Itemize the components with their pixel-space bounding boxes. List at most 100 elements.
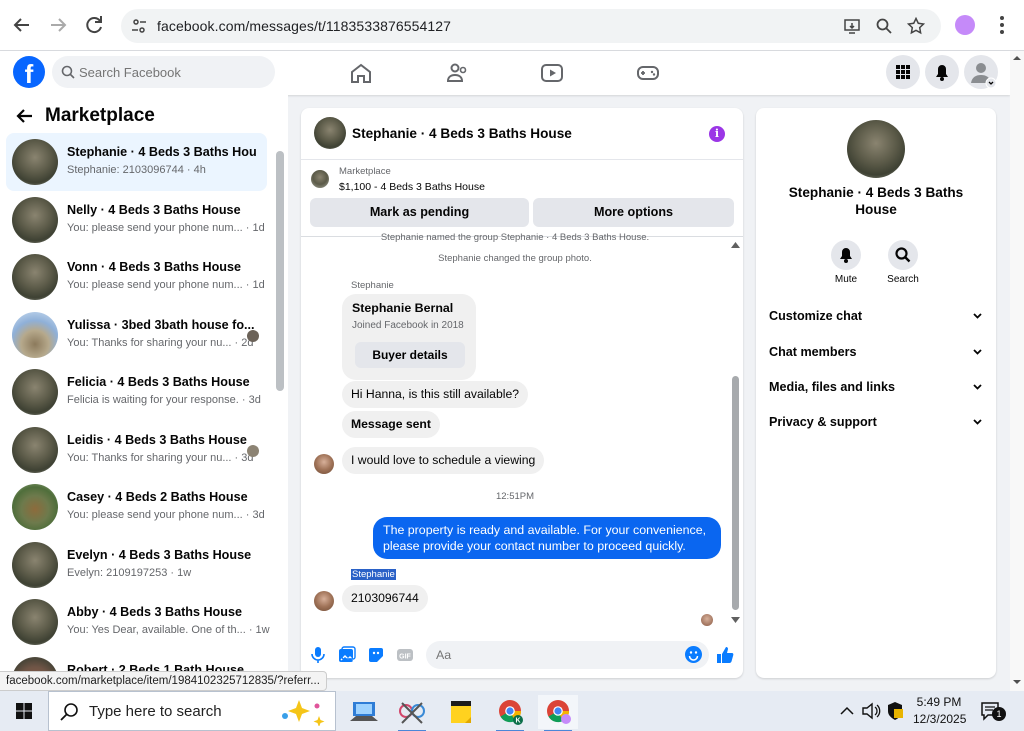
notification-center-button[interactable]: 1 xyxy=(980,701,1006,721)
home-icon[interactable] xyxy=(349,62,373,84)
forward-icon[interactable] xyxy=(46,13,70,37)
chat-title[interactable]: Stephanie · 4 Beds 3 Baths House xyxy=(352,126,572,141)
message-bubble[interactable]: 2103096744 xyxy=(342,585,428,612)
taskbar-app-chrome-profile-k[interactable]: K xyxy=(490,695,530,731)
chat-avatar[interactable] xyxy=(314,117,346,149)
buyer-name: Stephanie Bernal xyxy=(352,301,454,315)
taskbar-app-chrome-active[interactable] xyxy=(538,695,578,731)
browser-profile-avatar[interactable] xyxy=(955,15,975,35)
gif-icon[interactable]: GIF xyxy=(396,646,414,664)
emoji-icon[interactable] xyxy=(685,646,702,663)
mute-button[interactable]: Mute xyxy=(816,240,876,285)
friends-icon[interactable] xyxy=(445,62,469,84)
facebook-search[interactable] xyxy=(52,56,275,88)
section-label: Privacy & support xyxy=(769,415,877,429)
conversation-item[interactable]: Nelly · 4 Beds 3 Baths House You: please… xyxy=(6,191,267,249)
photo-icon[interactable] xyxy=(338,646,356,664)
chat-scrollbar[interactable] xyxy=(732,376,739,610)
system-message: Stephanie changed the group photo. xyxy=(438,253,592,264)
buyer-card: Stephanie Bernal Joined Facebook in 2018… xyxy=(342,294,476,380)
facebook-search-input[interactable] xyxy=(79,56,269,88)
chevron-up-icon[interactable] xyxy=(839,703,855,719)
browser-menu-icon[interactable] xyxy=(996,14,1008,36)
facebook-topbar: f xyxy=(0,51,1010,95)
system-message: Stephanie named the group Stephanie · 4 … xyxy=(380,232,650,243)
address-bar[interactable]: facebook.com/messages/t/1183533876554127 xyxy=(121,9,941,43)
conversation-item[interactable]: Leidis · 4 Beds 3 Baths House You: Thank… xyxy=(6,421,267,479)
taskbar-app-sticky-notes[interactable] xyxy=(441,695,481,729)
site-settings-icon[interactable] xyxy=(131,18,147,34)
conversation-item[interactable]: Felicia · 4 Beds 3 Baths House Felicia i… xyxy=(6,363,267,421)
taskbar-search-placeholder: Type here to search xyxy=(89,703,222,720)
bell-icon xyxy=(840,248,852,263)
reload-icon[interactable] xyxy=(82,13,106,37)
info-icon[interactable]: i xyxy=(709,126,725,142)
section-media-files-links[interactable]: Media, files and links xyxy=(768,373,984,403)
conversation-preview: You: Thanks for sharing your nu... · 2d xyxy=(67,336,254,349)
sender-avatar[interactable] xyxy=(314,454,334,474)
taskbar-search[interactable]: Type here to search xyxy=(48,691,336,731)
message-bubble[interactable]: Hi Hanna, is this still available? xyxy=(342,381,528,408)
zoom-icon[interactable] xyxy=(875,17,893,35)
more-options-button[interactable]: More options xyxy=(533,198,734,227)
conversation-thumbnail xyxy=(12,599,58,645)
scroll-down-icon[interactable] xyxy=(731,617,740,623)
taskbar-app-computer[interactable] xyxy=(344,695,384,729)
notifications-button[interactable] xyxy=(925,55,959,89)
conversation-item[interactable]: Stephanie · 4 Beds 3 Baths House Stephan… xyxy=(6,133,267,191)
facebook-logo[interactable]: f xyxy=(13,56,45,88)
account-button[interactable] xyxy=(964,55,998,89)
conversation-name: Yulissa · 3bed 3bath house fo... xyxy=(67,317,255,332)
taskbar-app-snipping[interactable] xyxy=(392,695,432,731)
scroll-up-icon[interactable] xyxy=(731,242,740,248)
message-composer: GIF xyxy=(301,640,743,678)
scroll-down-icon[interactable] xyxy=(1010,675,1024,689)
windows-logo-icon xyxy=(16,703,32,719)
conversation-item[interactable]: Evelyn · 4 Beds 3 Baths House Evelyn: 21… xyxy=(6,536,267,594)
mark-as-pending-button[interactable]: Mark as pending xyxy=(310,198,529,227)
menu-grid-button[interactable] xyxy=(886,55,920,89)
start-button[interactable] xyxy=(0,691,48,731)
search-in-chat-button[interactable]: Search xyxy=(873,240,933,285)
url-text[interactable]: facebook.com/messages/t/1183533876554127 xyxy=(157,18,451,34)
outgoing-message-bubble[interactable]: The property is ready and available. For… xyxy=(373,517,721,559)
conversation-name: Nelly · 4 Beds 3 Baths House xyxy=(67,202,241,217)
conversation-name: Evelyn · 4 Beds 3 Baths House xyxy=(67,547,252,562)
sticker-icon[interactable] xyxy=(367,646,385,664)
scroll-up-icon[interactable] xyxy=(1010,51,1024,65)
section-customize-chat[interactable]: Customize chat xyxy=(768,302,984,332)
sender-avatar[interactable] xyxy=(314,591,334,611)
conversation-item[interactable]: Yulissa · 3bed 3bath house fo... You: Th… xyxy=(6,306,267,364)
conversation-thumbnail xyxy=(12,254,58,300)
security-shield-icon[interactable] xyxy=(885,701,905,721)
search-label: Search xyxy=(887,274,919,285)
conversation-item[interactable]: Vonn · 4 Beds 3 Baths House You: please … xyxy=(6,248,267,306)
like-icon[interactable] xyxy=(716,646,734,664)
message-bubble[interactable]: Message sent xyxy=(342,411,440,438)
back-icon[interactable] xyxy=(10,13,34,37)
sidebar-scrollbar[interactable] xyxy=(276,151,284,391)
gaming-icon[interactable] xyxy=(636,62,660,84)
conversation-preview: Felicia is waiting for your response. · … xyxy=(67,394,261,406)
buyer-details-button[interactable]: Buyer details xyxy=(355,342,465,368)
conversation-preview: You: please send your phone num... · 1d xyxy=(67,279,265,291)
back-arrow-icon[interactable] xyxy=(16,107,34,125)
svg-text:GIF: GIF xyxy=(399,654,411,661)
section-privacy-support[interactable]: Privacy & support xyxy=(768,408,984,438)
microphone-icon[interactable] xyxy=(309,646,327,664)
conversation-item[interactable]: Abby · 4 Beds 3 Baths House You: Yes Dea… xyxy=(6,593,270,651)
listing-price-title[interactable]: $1,100 - 4 Beds 3 Baths House xyxy=(339,181,485,193)
bookmark-star-icon[interactable] xyxy=(907,17,925,35)
message-input[interactable] xyxy=(426,641,709,669)
page-scrollbar[interactable] xyxy=(1010,51,1024,691)
install-app-icon[interactable] xyxy=(843,17,861,35)
listing-thumbnail[interactable] xyxy=(311,170,329,188)
video-icon[interactable] xyxy=(540,62,564,84)
taskbar-clock[interactable]: 5:49 PM 12/3/2025 xyxy=(913,694,966,728)
conversation-item[interactable]: Casey · 4 Beds 2 Baths House You: please… xyxy=(6,478,267,536)
details-avatar[interactable] xyxy=(847,120,905,178)
conversation-name: Abby · 4 Beds 3 Baths House xyxy=(67,605,242,619)
message-bubble[interactable]: I would love to schedule a viewing xyxy=(342,447,545,474)
speaker-icon[interactable] xyxy=(861,701,881,721)
section-chat-members[interactable]: Chat members xyxy=(768,338,984,368)
